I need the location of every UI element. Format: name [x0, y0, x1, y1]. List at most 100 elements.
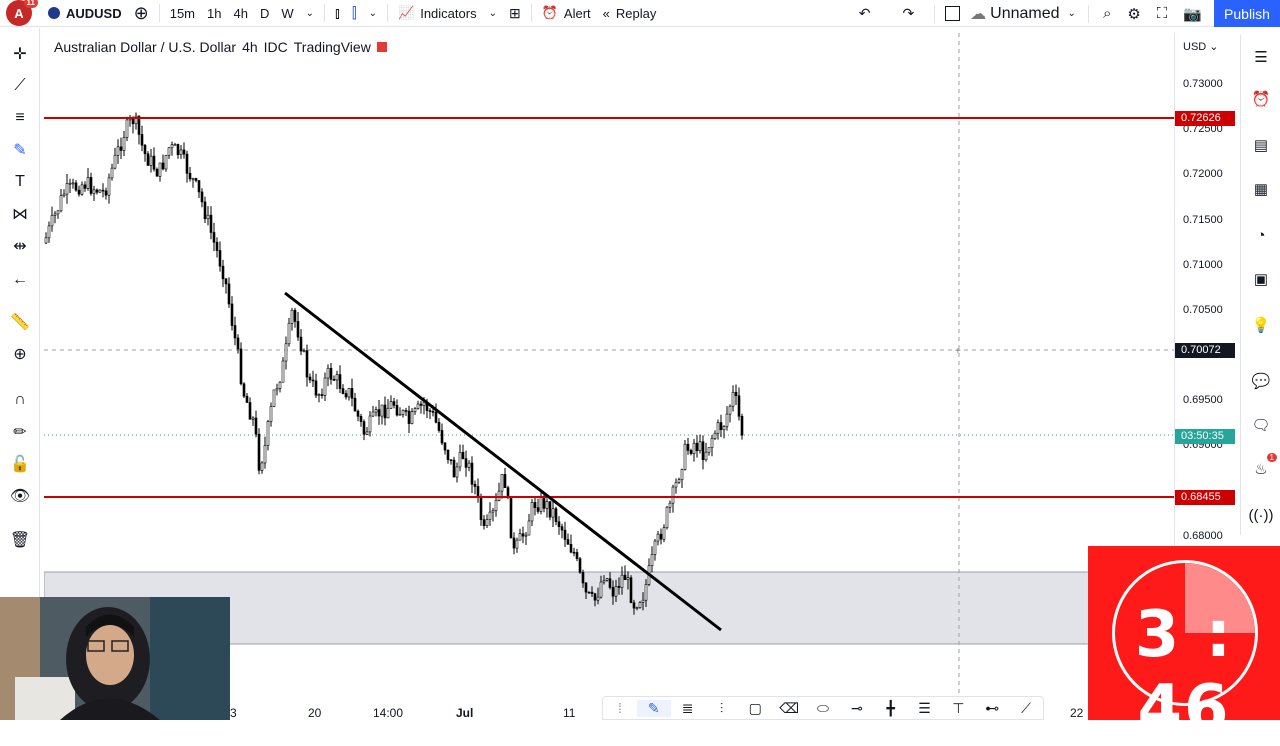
parallel-channel-icon[interactable]: ⫶	[705, 700, 739, 717]
ray-tool-icon[interactable]: ⟋	[1009, 700, 1043, 717]
horizontal-ray-icon[interactable]: ⊸	[840, 700, 874, 717]
candle-body	[173, 144, 177, 146]
chart-style-dropdown-icon[interactable]: ⌄	[363, 0, 383, 27]
candle-body	[473, 484, 477, 487]
cross-line-icon[interactable]: ╋	[874, 700, 908, 717]
candle-body	[521, 533, 525, 537]
camera-snapshot-icon[interactable]: 📷	[1175, 5, 1210, 23]
notifications-icon[interactable]: ♨ 1	[1249, 453, 1277, 481]
flag-icon[interactable]	[376, 42, 387, 52]
candle-body	[626, 577, 630, 581]
alert-button[interactable]: ⏰ Alert	[536, 0, 597, 27]
symbol-search-button[interactable]: AUDUSD	[42, 0, 128, 27]
candle-body	[548, 501, 552, 518]
layout-save-button[interactable]: ☁ Unnamed ⌄	[939, 4, 1082, 24]
timeframe-w[interactable]: W	[275, 0, 299, 27]
eraser-icon[interactable]: ⌫	[772, 700, 806, 717]
indicators-label: Indicators	[420, 5, 477, 21]
replay-button[interactable]: « Replay	[597, 0, 663, 27]
hotlist-icon[interactable]: ▦	[1249, 177, 1273, 201]
drag-handle-icon[interactable]: ⁞	[603, 700, 637, 716]
compare-symbol-button[interactable]: ⊕	[128, 0, 155, 27]
trend-line-icon[interactable]: ⟋	[8, 74, 32, 98]
publish-button[interactable]: Publish	[1214, 0, 1280, 27]
pattern-tool-icon[interactable]: ⋈	[8, 202, 32, 226]
settings-gear-icon[interactable]: ⚙	[1119, 5, 1148, 23]
timeframe-d[interactable]: D	[254, 0, 275, 27]
back-arrow-icon[interactable]: ←	[8, 268, 32, 292]
user-avatar[interactable]: A 11	[6, 0, 38, 26]
chat-icon[interactable]: 💬	[1249, 369, 1273, 393]
timeframe-1h[interactable]: 1h	[201, 0, 227, 27]
candle-body	[224, 278, 228, 285]
candle-body	[200, 191, 204, 203]
chart-interval: 4h	[242, 39, 258, 55]
messages-icon[interactable]: 🗨	[1249, 413, 1273, 437]
currency-selector[interactable]: USD ⌄	[1183, 40, 1219, 53]
candle-body	[386, 407, 390, 419]
eye-icon[interactable]: 👁	[8, 484, 32, 508]
ellipse-tool-icon[interactable]: ⬭	[806, 700, 840, 717]
brush-tool-icon[interactable]: ✎	[636, 699, 671, 717]
candle-body	[437, 421, 441, 431]
candle-body	[410, 411, 414, 424]
candle-body	[107, 177, 111, 196]
ruler-icon[interactable]: 📏	[8, 310, 32, 334]
timeframe-15m[interactable]: 15m	[164, 0, 201, 27]
search-icon[interactable]: ⌕	[1095, 5, 1119, 22]
fib-tool-icon[interactable]: ≣	[671, 700, 705, 717]
ideas-lightbulb-icon[interactable]: 💡	[1249, 313, 1273, 337]
data-window-icon[interactable]: ▤	[1249, 133, 1273, 157]
stay-in-drawing-mode-icon[interactable]: ✏	[8, 420, 32, 444]
candle-body	[359, 416, 363, 422]
horizontal-lines-icon[interactable]: ☰	[908, 700, 942, 717]
candle-body	[428, 410, 432, 412]
timer-text: 3 : 46	[1134, 598, 1234, 746]
divider	[530, 4, 532, 22]
candle-body	[257, 433, 261, 471]
calendar-clock-icon[interactable]: ◔	[1249, 223, 1273, 247]
candle-body	[623, 574, 627, 581]
candle-body	[728, 405, 732, 415]
trash-icon[interactable]: 🗑	[8, 528, 32, 552]
alarm-clock-icon[interactable]: ⏰	[1249, 87, 1273, 111]
magnet-icon[interactable]: ∩	[8, 388, 32, 412]
prediction-tool-icon[interactable]: ⇹	[8, 234, 32, 258]
candle-body	[350, 388, 354, 399]
price-tick: 0.72000	[1183, 168, 1223, 180]
timeframe-dropdown-icon[interactable]: ⌄	[300, 0, 320, 27]
candle-body	[554, 508, 558, 522]
candle-body	[251, 417, 255, 420]
candle-body	[665, 506, 669, 529]
vertical-line-icon[interactable]: ⊤	[941, 700, 975, 717]
candle-body	[602, 580, 606, 583]
horizontal-line-icon[interactable]: ⊷	[975, 700, 1009, 717]
watchlist-icon[interactable]: ☰	[1249, 45, 1273, 69]
fullscreen-icon[interactable]: ⛶	[1149, 5, 1176, 22]
candles-chart-type-icon[interactable]: ⫾	[329, 0, 346, 27]
candle-body	[233, 325, 237, 339]
text-tool-icon[interactable]: T	[8, 170, 32, 194]
candle-body	[608, 578, 612, 588]
candle-body	[566, 539, 570, 545]
broadcast-icon[interactable]: ((·))	[1249, 503, 1274, 527]
rectangle-tool-icon[interactable]: ▢	[738, 700, 772, 717]
chart-legend-title[interactable]: Australian Dollar / U.S. Dollar 4h IDC T…	[54, 39, 387, 55]
layouts-grid-icon[interactable]: ⊞	[503, 0, 527, 27]
calendar-icon[interactable]: ▣	[1249, 267, 1273, 291]
brush-icon[interactable]: ✎	[8, 138, 32, 162]
candle-body	[524, 534, 528, 537]
lock-icon[interactable]: 🔓	[8, 452, 32, 476]
crosshair-cursor-icon[interactable]: ✛	[8, 42, 32, 66]
redo-icon[interactable]: ↷	[886, 5, 930, 22]
indicators-dropdown-icon[interactable]: ⌄	[483, 0, 503, 27]
bars-style-icon[interactable]: ⫿	[346, 0, 363, 27]
candle-body	[80, 184, 84, 195]
timeframe-4h[interactable]: 4h	[227, 0, 253, 27]
candle-body	[644, 584, 648, 601]
undo-icon[interactable]: ↶	[843, 5, 887, 22]
fib-retracement-icon[interactable]: ≡	[8, 106, 32, 130]
indicators-button[interactable]: 📈 Indicators	[392, 0, 483, 27]
zoom-in-icon[interactable]: ⊕	[8, 342, 32, 366]
candle-body	[542, 496, 546, 509]
